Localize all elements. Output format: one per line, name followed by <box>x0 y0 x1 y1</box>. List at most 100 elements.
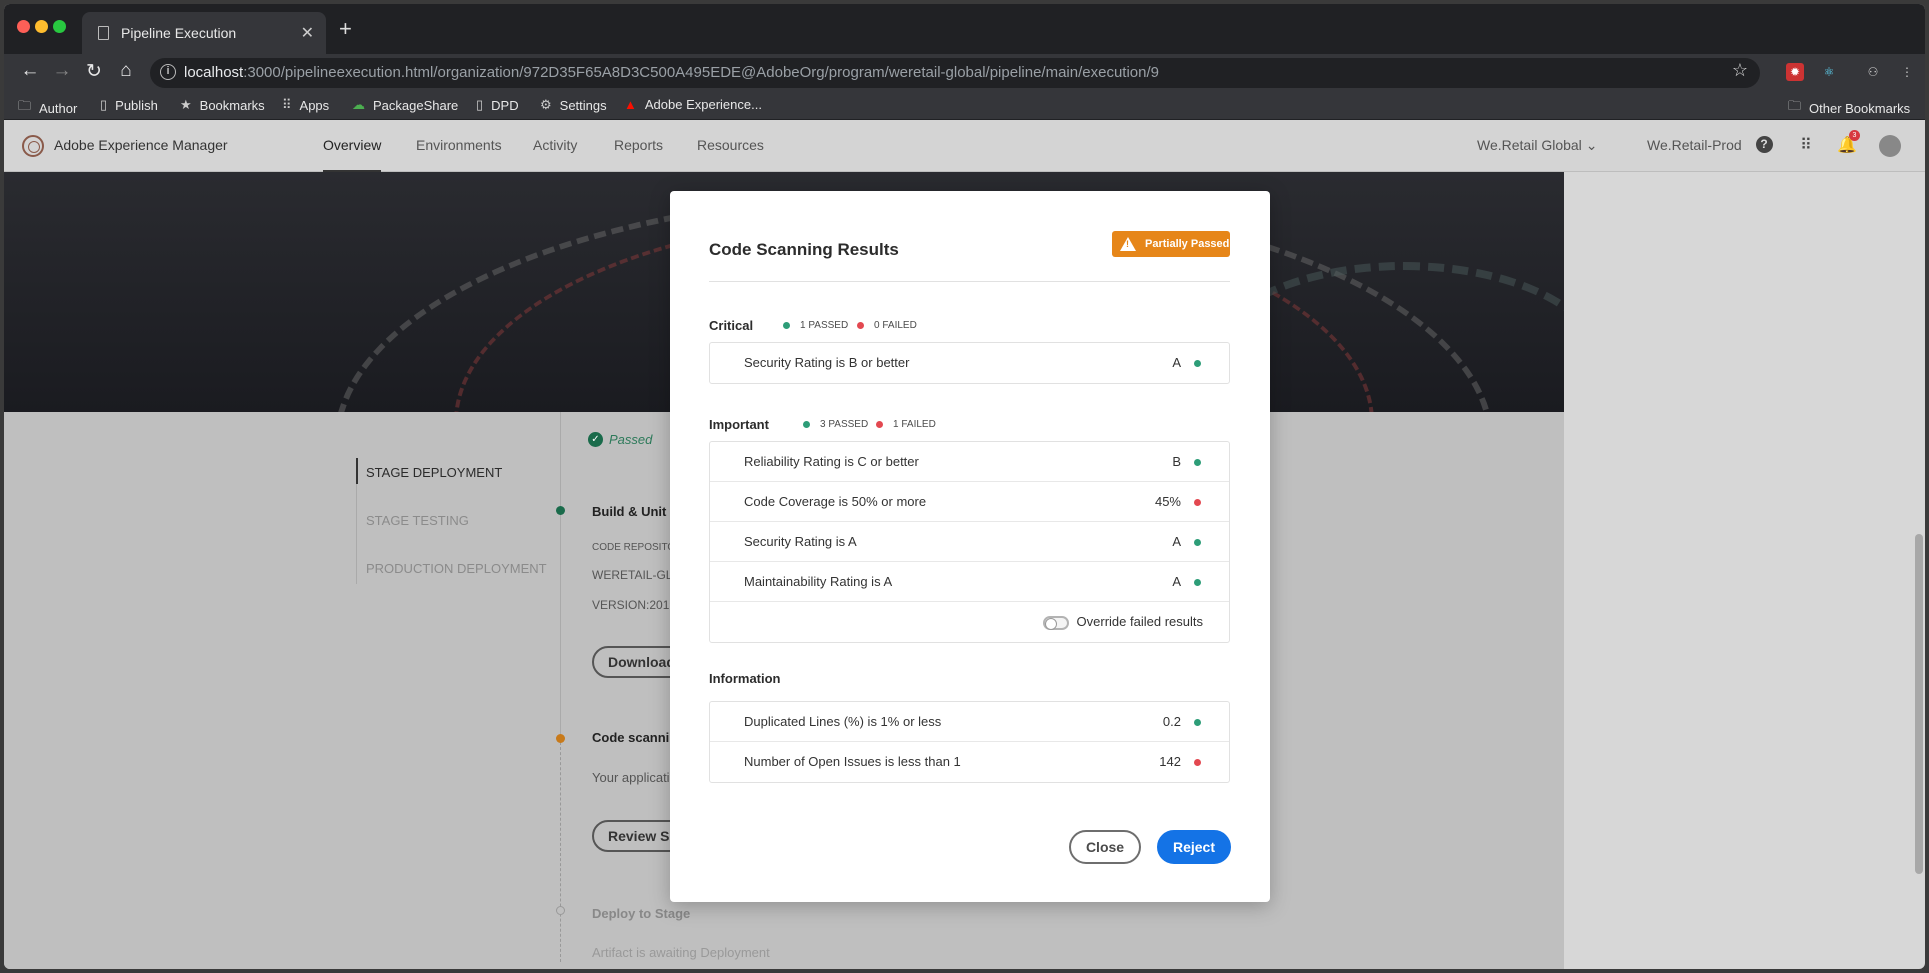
code-repo-label: CODE REPOSITOR <box>592 542 683 553</box>
close-tab-icon[interactable]: ✕ <box>301 23 314 43</box>
bookmark-bookmarks[interactable]: ★ Bookmarks <box>180 97 265 113</box>
override-toggle[interactable] <box>1043 616 1069 630</box>
nav-overview[interactable]: Overview <box>323 137 382 172</box>
bookmark-label: Bookmarks <box>199 97 265 113</box>
result-row: Reliability Rating is C or better B <box>710 442 1229 482</box>
result-row: Code Coverage is 50% or more 45% <box>710 482 1229 522</box>
pass-dot-icon <box>783 322 790 329</box>
program-name: We.Retail Global <box>1477 137 1582 153</box>
passed-status: ✓ Passed <box>588 432 652 447</box>
address-bar[interactable]: i localhost:3000/pipelineexecution.html/… <box>150 58 1760 88</box>
metric-label: Reliability Rating is C or better <box>744 454 919 469</box>
sidebar-item-stage-deployment[interactable]: STAGE DEPLOYMENT <box>366 465 502 480</box>
minimize-window-icon[interactable] <box>35 20 48 33</box>
build-title: Build & Unit T <box>592 504 678 519</box>
sidebar-item-production-deployment[interactable]: PRODUCTION DEPLOYMENT <box>366 561 547 576</box>
info-icon[interactable]: i <box>160 64 176 80</box>
metric-value: 142 <box>1159 754 1181 769</box>
reload-icon[interactable]: ↻ <box>82 60 106 83</box>
folder-icon: 🗀 <box>18 98 32 113</box>
bookmark-packageshare[interactable]: ☁ PackageShare <box>352 97 458 113</box>
critical-failed-count: 0 FAILED <box>857 320 917 331</box>
bookmark-adobe[interactable]: ▲ Adobe Experience... <box>624 97 762 112</box>
reject-button[interactable]: Reject <box>1157 830 1231 864</box>
important-results-card: Reliability Rating is C or better B Code… <box>709 441 1230 643</box>
folder-icon: 🗀 <box>1788 98 1802 113</box>
status-badge: Partially Passed <box>1112 231 1230 257</box>
metric-value: B <box>1172 454 1181 469</box>
apps-grid-icon[interactable]: ⠿ <box>1796 135 1816 155</box>
result-row: Duplicated Lines (%) is 1% or less 0.2 <box>710 702 1229 742</box>
metric-label: Code Coverage is 50% or more <box>744 494 927 509</box>
bookmark-label: PackageShare <box>373 97 459 113</box>
passed-count: 1 PASSED <box>800 320 849 331</box>
pass-dot-icon <box>1194 719 1201 726</box>
bookmark-author[interactable]: 🗀 Author <box>18 97 77 119</box>
failed-count: 0 FAILED <box>874 320 917 331</box>
bookmark-settings[interactable]: ⚙ Settings <box>540 97 607 113</box>
scrollbar[interactable] <box>1915 534 1923 874</box>
tab-title: Pipeline Execution <box>121 25 237 41</box>
page-icon <box>98 26 109 40</box>
sidebar-active-indicator <box>356 458 358 484</box>
forward-icon[interactable]: → <box>50 60 74 82</box>
metric-label: Maintainability Rating is A <box>744 574 893 589</box>
sidebar-item-stage-testing[interactable]: STAGE TESTING <box>366 513 469 528</box>
incognito-icon[interactable]: ⚇ <box>1864 63 1882 81</box>
url-text[interactable]: localhost:3000/pipelineexecution.html/or… <box>184 64 1159 81</box>
pass-dot-icon <box>1194 360 1201 367</box>
override-row: Override failed results <box>710 602 1229 642</box>
pass-dot-icon <box>1194 459 1201 466</box>
environment-label[interactable]: We.Retail-Prod <box>1647 137 1742 153</box>
browser-window: Pipeline Execution ✕ + ← → ↻ ⌂ i localho… <box>4 4 1925 969</box>
override-label[interactable]: Override failed results <box>1077 614 1203 629</box>
pass-dot-icon <box>1194 579 1201 586</box>
nav-environments[interactable]: Environments <box>416 137 502 153</box>
metric-value: A <box>1172 355 1181 370</box>
browser-tab[interactable]: Pipeline Execution ✕ <box>82 12 326 54</box>
bookmark-star-icon[interactable]: ☆ <box>1732 60 1748 81</box>
back-icon[interactable]: ← <box>18 60 42 82</box>
react-devtools-icon[interactable]: ⚛ <box>1820 63 1838 81</box>
help-icon[interactable]: ? <box>1754 135 1774 155</box>
pass-dot-icon <box>803 421 810 428</box>
fail-dot-icon <box>1194 759 1201 766</box>
code-scanning-modal: Code Scanning Results Partially Passed C… <box>670 191 1270 902</box>
timeline-line <box>560 412 561 742</box>
maximize-window-icon[interactable] <box>53 20 66 33</box>
close-window-icon[interactable] <box>17 20 30 33</box>
bell-icon[interactable]: 🔔 3 <box>1837 130 1860 155</box>
badge-label: Partially Passed <box>1145 238 1230 250</box>
aem-logo-icon[interactable] <box>22 135 44 157</box>
page-icon: ▯ <box>476 97 484 112</box>
avatar[interactable] <box>1879 135 1901 157</box>
timeline-line-dashed <box>560 742 561 962</box>
home-icon[interactable]: ⌂ <box>114 60 138 82</box>
nav-reports[interactable]: Reports <box>614 137 663 153</box>
extension-red-icon[interactable]: ✹ <box>1786 63 1804 81</box>
cloud-icon: ☁ <box>352 97 365 112</box>
bookmark-dpd[interactable]: ▯ DPD <box>476 97 519 113</box>
important-failed-count: 1 FAILED <box>876 419 936 430</box>
application-text: Your applicatio <box>592 770 677 785</box>
close-button[interactable]: Close <box>1069 830 1141 864</box>
bookmark-label: Publish <box>115 97 158 113</box>
bookmark-apps[interactable]: ⠿ Apps <box>282 97 329 113</box>
code-scanning-title: Code scannin <box>592 730 678 745</box>
bookmark-label: Author <box>39 100 78 116</box>
apps-grid-icon: ⠿ <box>282 97 292 112</box>
menu-dots-icon[interactable]: ⋮ <box>1898 63 1916 81</box>
star-icon: ★ <box>180 97 192 112</box>
program-selector[interactable]: We.Retail Global ⌄ <box>1477 137 1597 154</box>
new-tab-icon[interactable]: + <box>339 16 352 42</box>
section-important-label: Important <box>709 417 769 432</box>
chevron-down-icon: ⌄ <box>1585 137 1598 153</box>
nav-resources[interactable]: Resources <box>697 137 764 153</box>
result-row: Security Rating is A A <box>710 522 1229 562</box>
other-bookmarks[interactable]: 🗀 Other Bookmarks <box>1788 97 1910 119</box>
bookmark-label: Adobe Experience... <box>644 97 762 112</box>
bookmark-publish[interactable]: ▯ Publish <box>100 97 158 113</box>
nav-activity[interactable]: Activity <box>533 137 577 153</box>
metric-value: A <box>1172 574 1181 589</box>
warning-icon <box>1120 237 1136 251</box>
